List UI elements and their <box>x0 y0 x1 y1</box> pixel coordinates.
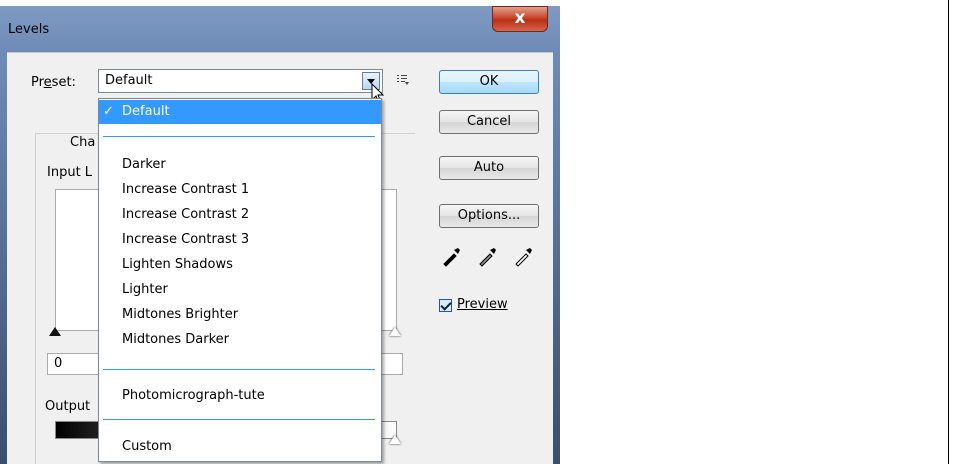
dropdown-item[interactable]: Midtones Brighter <box>99 303 381 327</box>
ok-button-label: OK <box>479 74 499 89</box>
ok-button[interactable]: OK <box>439 70 539 94</box>
window-title: Levels <box>8 22 50 37</box>
dropdown-item-label: Midtones Darker <box>122 332 230 347</box>
dropdown-item-label: Custom <box>122 439 172 454</box>
dropdown-separator <box>103 369 375 370</box>
input-black-value: 0 <box>54 356 63 371</box>
close-icon: x <box>514 8 526 28</box>
dropdown-item-label: Increase Contrast 2 <box>122 207 250 222</box>
title-bar[interactable]: Levels x <box>0 6 560 52</box>
auto-button-label: Auto <box>473 160 505 175</box>
input-black-slider[interactable] <box>49 327 61 336</box>
dialog-client-area: Preset: Default Cha Input L 0 Output OK … <box>7 52 553 464</box>
dropdown-separator <box>103 136 375 137</box>
dropdown-item[interactable]: Darker <box>99 153 381 177</box>
output-white-slider[interactable] <box>389 435 401 444</box>
input-levels-label: Input L <box>47 165 93 180</box>
dropdown-item[interactable]: Increase Contrast 2 <box>99 203 381 227</box>
channel-group-border-left <box>35 133 36 464</box>
dropdown-separator <box>103 419 375 420</box>
dropdown-item-user-preset[interactable]: Photomicrograph-tute <box>99 384 381 408</box>
dropdown-item-label: Lighter <box>122 282 168 297</box>
levels-dialog-window: Levels x Preset: Default Cha Input L 0 O… <box>0 6 560 464</box>
preview-label-text: Preview <box>457 297 508 312</box>
preview-checkbox[interactable] <box>439 299 452 312</box>
white-eyedropper-icon[interactable] <box>513 245 535 267</box>
preset-label: Preset: <box>31 75 76 90</box>
preset-selected-value: Default <box>105 73 153 88</box>
dropdown-item-label: Photomicrograph-tute <box>122 388 265 403</box>
auto-button[interactable]: Auto <box>439 156 539 180</box>
page-right-border <box>948 0 949 464</box>
dropdown-item-label: Increase Contrast 3 <box>122 232 250 247</box>
preview-label: Preview <box>457 297 508 312</box>
checkmark-icon: ✓ <box>103 104 114 119</box>
dropdown-item[interactable]: Lighten Shadows <box>99 253 381 277</box>
cancel-button-label: Cancel <box>466 114 512 129</box>
dropdown-item-label: Lighten Shadows <box>122 257 233 272</box>
preset-dropdown-list: ✓ Default Darker Increase Contrast 1 Inc… <box>98 98 382 462</box>
dropdown-item[interactable]: Lighter <box>99 278 381 302</box>
close-button[interactable]: x <box>492 6 548 32</box>
dropdown-item-default[interactable]: ✓ Default <box>99 100 381 124</box>
cancel-button[interactable]: Cancel <box>439 110 539 134</box>
preset-select[interactable]: Default <box>98 69 383 93</box>
gray-eyedropper-icon[interactable] <box>477 245 499 267</box>
dropdown-item-label: Increase Contrast 1 <box>122 182 250 197</box>
dropdown-item[interactable]: Increase Contrast 3 <box>99 228 381 252</box>
options-button-label: Options... <box>457 208 521 223</box>
preset-options-icon[interactable] <box>396 73 410 87</box>
options-button[interactable]: Options... <box>439 204 539 228</box>
dropdown-item-custom[interactable]: Custom <box>99 435 381 459</box>
output-levels-label: Output <box>45 399 91 414</box>
channel-label: Cha <box>70 135 96 150</box>
dropdown-item[interactable]: Increase Contrast 1 <box>99 178 381 202</box>
dropdown-item-label: Midtones Brighter <box>122 307 239 322</box>
black-eyedropper-icon[interactable] <box>441 245 463 267</box>
dropdown-item-label: Darker <box>122 157 166 172</box>
dropdown-item-label: Default <box>122 104 170 119</box>
input-white-slider[interactable] <box>389 327 401 336</box>
dropdown-item[interactable]: Midtones Darker <box>99 328 381 352</box>
eyedropper-group <box>441 245 541 269</box>
